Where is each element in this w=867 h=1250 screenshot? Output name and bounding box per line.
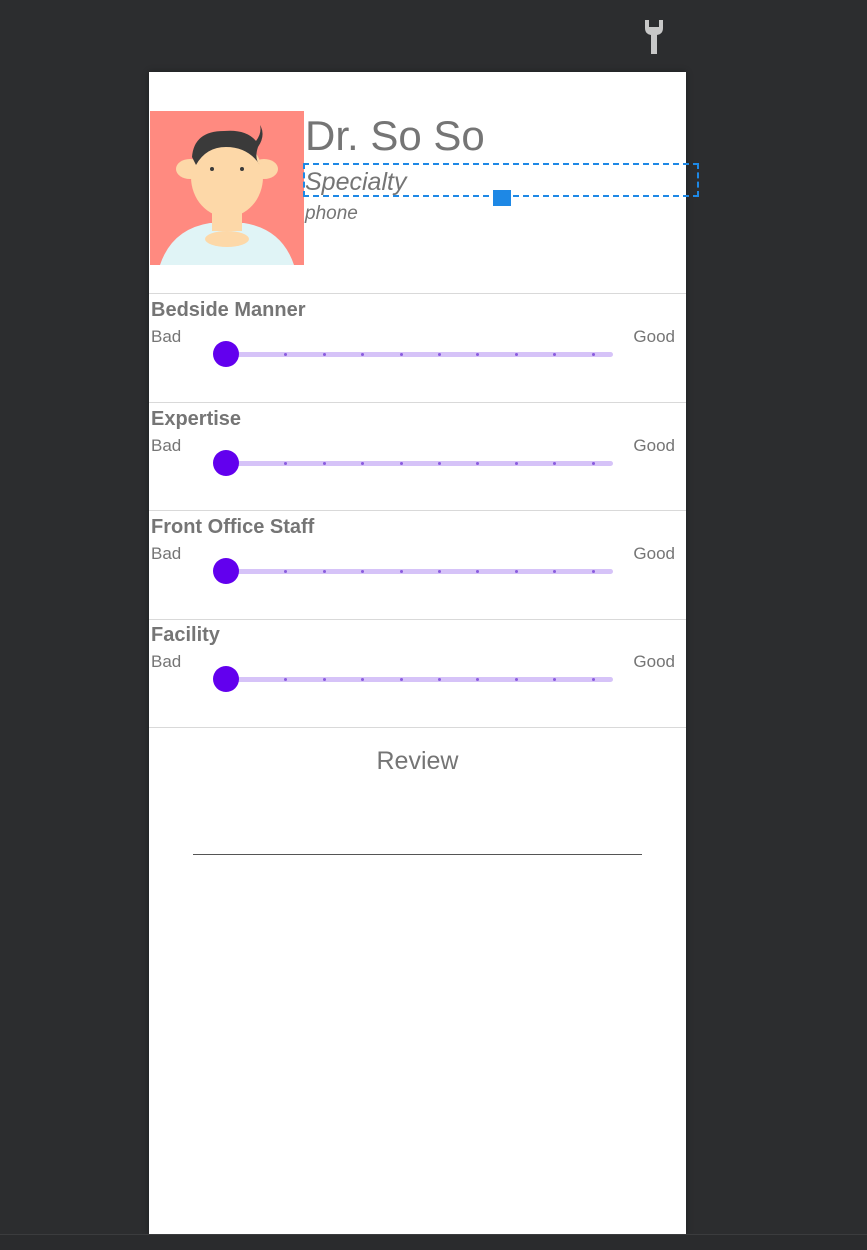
rating-max-label: Good (633, 652, 675, 671)
rating-front-office-staff: Front Office Staff Bad Good (149, 511, 686, 619)
rating-title: Bedside Manner (151, 299, 306, 321)
slider-tick (438, 353, 441, 356)
slider-thumb[interactable] (213, 450, 239, 476)
review-label: Review (376, 747, 459, 775)
rating-slider[interactable] (209, 556, 619, 586)
slider-tick (322, 462, 326, 465)
slider-tick (591, 570, 595, 573)
rating-min-label: Bad (151, 544, 182, 563)
slider-tick (438, 678, 441, 681)
slider-thumb[interactable] (213, 666, 239, 692)
rating-title: Front Office Staff (151, 516, 315, 538)
rating-slider[interactable] (209, 448, 619, 478)
doctor-phone: phone (305, 203, 358, 224)
slider-tick (514, 353, 518, 356)
slider-tick (399, 462, 403, 465)
slider-tick (322, 353, 326, 356)
slider-tick (399, 678, 403, 681)
slider-tick (591, 353, 595, 356)
rating-max-label: Good (633, 327, 675, 346)
slider-tick (591, 462, 595, 465)
doctor-avatar-icon (150, 111, 304, 265)
slider-tick (399, 353, 403, 356)
rating-facility: Facility Bad Good (149, 619, 686, 727)
review-input[interactable] (193, 854, 642, 855)
rating-min-label: Bad (151, 327, 182, 346)
slider-tick (322, 678, 326, 681)
wrench-icon[interactable] (641, 18, 667, 56)
rating-expertise: Expertise Bad Good (149, 403, 686, 511)
layout-editor-canvas: Dr. So So Specialty phone Bedside Manner… (0, 0, 867, 1250)
slider-tick (438, 462, 441, 465)
slider-thumb[interactable] (213, 341, 239, 367)
doctor-name: Dr. So So (305, 112, 485, 159)
slider-tick (591, 678, 595, 681)
rating-max-label: Good (633, 436, 675, 455)
rating-slider[interactable] (209, 339, 619, 369)
rating-min-label: Bad (151, 652, 182, 671)
slider-tick (514, 570, 518, 573)
rating-title: Expertise (151, 408, 242, 430)
resize-handle[interactable] (493, 190, 511, 206)
rating-bedside-manner: Bedside Manner Bad Good (149, 294, 686, 402)
slider-tick (399, 570, 403, 573)
slider-tick (514, 462, 518, 465)
divider (149, 727, 686, 728)
rating-title: Facility (151, 624, 220, 646)
slider-tick (322, 570, 326, 573)
editor-status-strip (0, 1234, 867, 1250)
rating-min-label: Bad (151, 436, 182, 455)
slider-tick (514, 678, 518, 681)
phone-preview: Dr. So So Specialty phone Bedside Manner… (149, 72, 699, 1234)
slider-thumb[interactable] (213, 558, 239, 584)
rating-slider[interactable] (209, 664, 619, 694)
slider-tick (438, 570, 441, 573)
rating-max-label: Good (633, 544, 675, 563)
